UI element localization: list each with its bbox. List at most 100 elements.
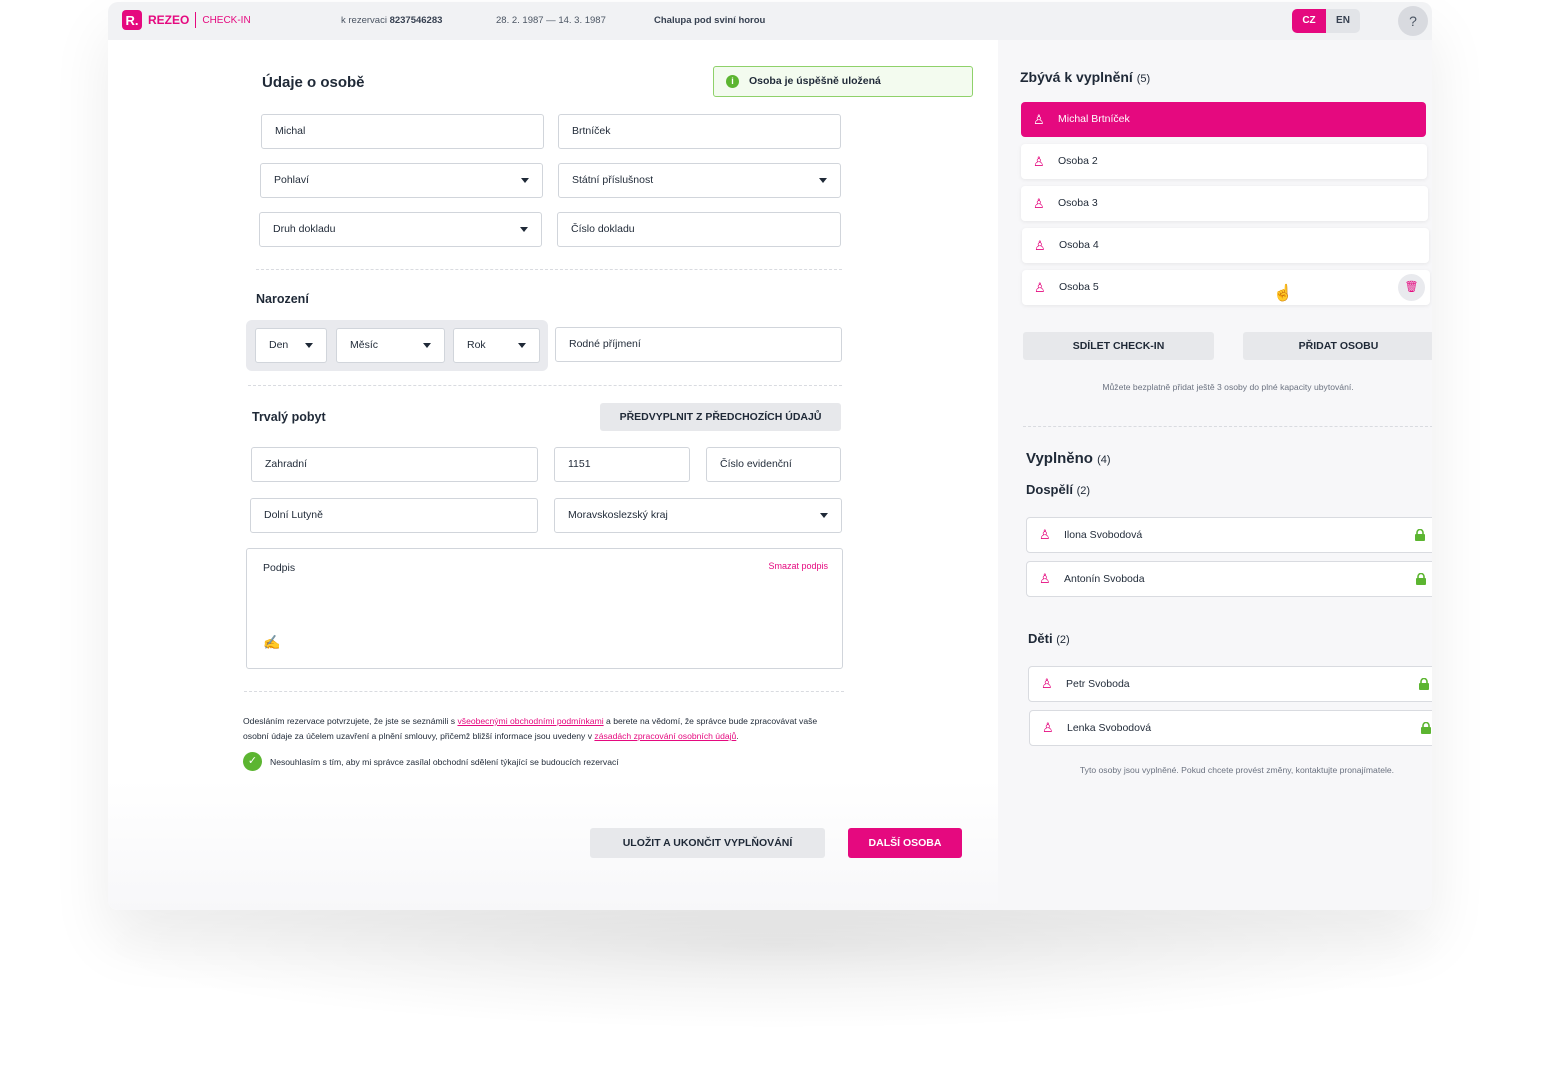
evidence-number-input[interactable]: Číslo evidenční [706, 447, 841, 482]
person-item[interactable]: ♙ Osoba 5 🗑 [1022, 270, 1430, 305]
rezeo-logo[interactable]: R. REZEO CHECK-IN [122, 10, 251, 30]
document-number-input[interactable]: Číslo dokladu [557, 212, 841, 247]
adults-title-text: Dospělí [1026, 482, 1073, 497]
hand-cursor-icon: ☝ [1273, 285, 1293, 302]
persons-sidebar: Zbývá k vyplnění (5) ♙ Michal Brtníček ♙… [998, 40, 1432, 910]
street-input[interactable]: Zahradní [251, 447, 538, 482]
form-title: Údaje o osobě [262, 74, 365, 91]
person-form: Údaje o osobě i Osoba je úspěšně uložená… [108, 40, 998, 910]
region-select[interactable]: Moravskoslezský kraj [554, 498, 842, 533]
filled-note: Tyto osoby jsou vyplněné. Pokud chcete p… [1079, 765, 1395, 775]
person-icon: ♙ [1034, 280, 1046, 295]
person-icon: ♙ [1041, 676, 1053, 691]
section-divider [256, 269, 842, 270]
city-input[interactable]: Dolní Lutyně [250, 498, 538, 533]
chevron-down-icon [423, 343, 431, 348]
reservation-info: k rezervaci 8237546283 [341, 15, 442, 26]
next-person-button[interactable]: DALŠÍ OSOBA [848, 828, 962, 858]
remaining-title-text: Zbývá k vyplnění [1020, 69, 1133, 85]
logo-text: REZEO [148, 13, 190, 27]
success-toast: i Osoba je úspěšně uložená [713, 66, 973, 97]
marketing-consent[interactable]: ✓ Nesouhlasím s tím, aby mi správce zasí… [243, 752, 619, 771]
filled-title: Vyplněno (4) [1026, 450, 1111, 467]
birth-surname-input[interactable]: Rodné příjmení [555, 327, 842, 362]
legal-text: Odesláním rezervace potvrzujete, že jste… [243, 714, 843, 744]
first-name-input[interactable]: Michal [261, 114, 544, 149]
birth-month-select[interactable]: Měsíc [336, 328, 445, 363]
person-icon: ♙ [1042, 720, 1054, 735]
help-button[interactable]: ? [1398, 6, 1428, 36]
birth-day-select[interactable]: Den [255, 328, 327, 363]
region-select-label: Moravskoslezský kraj [568, 509, 668, 521]
filled-person-item[interactable]: ♙ Antonín Svoboda [1026, 561, 1432, 597]
reservation-prefix: k rezervaci [341, 15, 387, 26]
toast-text: Osoba je úspěšně uložená [749, 75, 881, 87]
signature-icon: ✍ [263, 634, 281, 650]
person-item[interactable]: ♙ Osoba 4 [1022, 228, 1429, 263]
lock-icon [1421, 722, 1431, 734]
person-name: Osoba 4 [1059, 239, 1099, 251]
remaining-count: (5) [1136, 73, 1151, 85]
filled-person-item[interactable]: ♙ Lenka Svobodová [1029, 710, 1432, 746]
birth-year-label: Rok [467, 339, 486, 351]
terms-link[interactable]: všeobecnými obchodními podmínkami [457, 716, 603, 726]
birth-title: Narození [256, 292, 309, 306]
person-item[interactable]: ♙ Osoba 3 [1021, 186, 1428, 221]
clear-signature-link[interactable]: Smazat podpis [768, 561, 828, 571]
share-checkin-button[interactable]: SDÍLET CHECK-IN [1023, 332, 1214, 360]
person-name: Osoba 3 [1058, 197, 1098, 209]
logo-mark: R. [122, 10, 142, 30]
filled-person-item[interactable]: ♙ Ilona Svobodová [1026, 517, 1432, 553]
property-name: Chalupa pod sviní horou [654, 15, 766, 26]
chevron-down-icon [820, 513, 828, 518]
document-type-select[interactable]: Druh dokladu [259, 212, 542, 247]
save-and-finish-button[interactable]: ULOŽIT A UKONČIT VYPLŇOVÁNÍ [590, 828, 825, 858]
logo-subtitle: CHECK-IN [202, 14, 251, 26]
gender-select[interactable]: Pohlaví [260, 163, 543, 198]
reservation-number: 8237546283 [389, 15, 443, 26]
checkmark-icon[interactable]: ✓ [243, 752, 262, 771]
chevron-down-icon [520, 227, 528, 232]
adults-count: (2) [1076, 485, 1091, 497]
nationality-select[interactable]: Státní příslušnost [558, 163, 841, 198]
house-number-input[interactable]: 1151 [554, 447, 690, 482]
person-icon: ♙ [1034, 238, 1046, 253]
last-name-input[interactable]: Brtníček [558, 114, 841, 149]
birth-year-select[interactable]: Rok [453, 328, 540, 363]
lock-icon [1416, 573, 1426, 585]
capacity-note: Můžete bezplatně přidat ještě 3 osoby do… [1102, 382, 1354, 392]
logo-separator [195, 12, 197, 28]
chevron-down-icon [305, 343, 313, 348]
consent-label: Nesouhlasím s tím, aby mi správce zasíla… [270, 756, 619, 767]
legal-text-3: . [736, 731, 739, 741]
lock-icon [1419, 678, 1429, 690]
signature-pad[interactable]: Podpis Smazat podpis ✍ [246, 548, 843, 669]
info-icon: i [726, 75, 739, 88]
person-name: Michal Brtníček [1058, 113, 1130, 125]
prefill-button[interactable]: PŘEDVYPLNIT Z PŘEDCHOZÍCH ÚDAJŮ [600, 403, 841, 431]
children-count: (2) [1056, 634, 1070, 646]
residence-title: Trvalý pobyt [252, 410, 326, 424]
person-icon: ♙ [1033, 196, 1045, 211]
lang-en-button[interactable]: EN [1326, 9, 1360, 33]
section-divider [244, 691, 844, 692]
person-name: Lenka Svobodová [1067, 722, 1152, 734]
section-divider [248, 385, 842, 386]
person-item-active[interactable]: ♙ Michal Brtníček [1021, 102, 1426, 137]
filled-person-item[interactable]: ♙ Petr Svoboda [1028, 666, 1432, 702]
trash-icon[interactable]: 🗑 [1398, 274, 1425, 301]
document-type-label: Druh dokladu [273, 223, 336, 235]
lang-cz-button[interactable]: CZ [1292, 9, 1326, 33]
privacy-link[interactable]: zásadách zpracování osobních údajů [594, 731, 736, 741]
app-window: R. REZEO CHECK-IN k rezervaci 8237546283… [108, 2, 1432, 910]
person-name: Osoba 5 [1059, 281, 1099, 293]
person-item[interactable]: ♙ Osoba 2 [1021, 144, 1427, 179]
birth-day-label: Den [269, 339, 289, 351]
add-person-button[interactable]: PŘIDAT OSOBU [1243, 332, 1432, 360]
section-divider [1023, 426, 1432, 427]
legal-text-1: Odesláním rezervace potvrzujete, že jste… [243, 716, 456, 726]
birth-month-label: Měsíc [350, 339, 379, 351]
filled-count: (4) [1097, 454, 1111, 466]
children-title: Děti (2) [1028, 631, 1070, 646]
adults-title: Dospělí (2) [1026, 482, 1090, 497]
